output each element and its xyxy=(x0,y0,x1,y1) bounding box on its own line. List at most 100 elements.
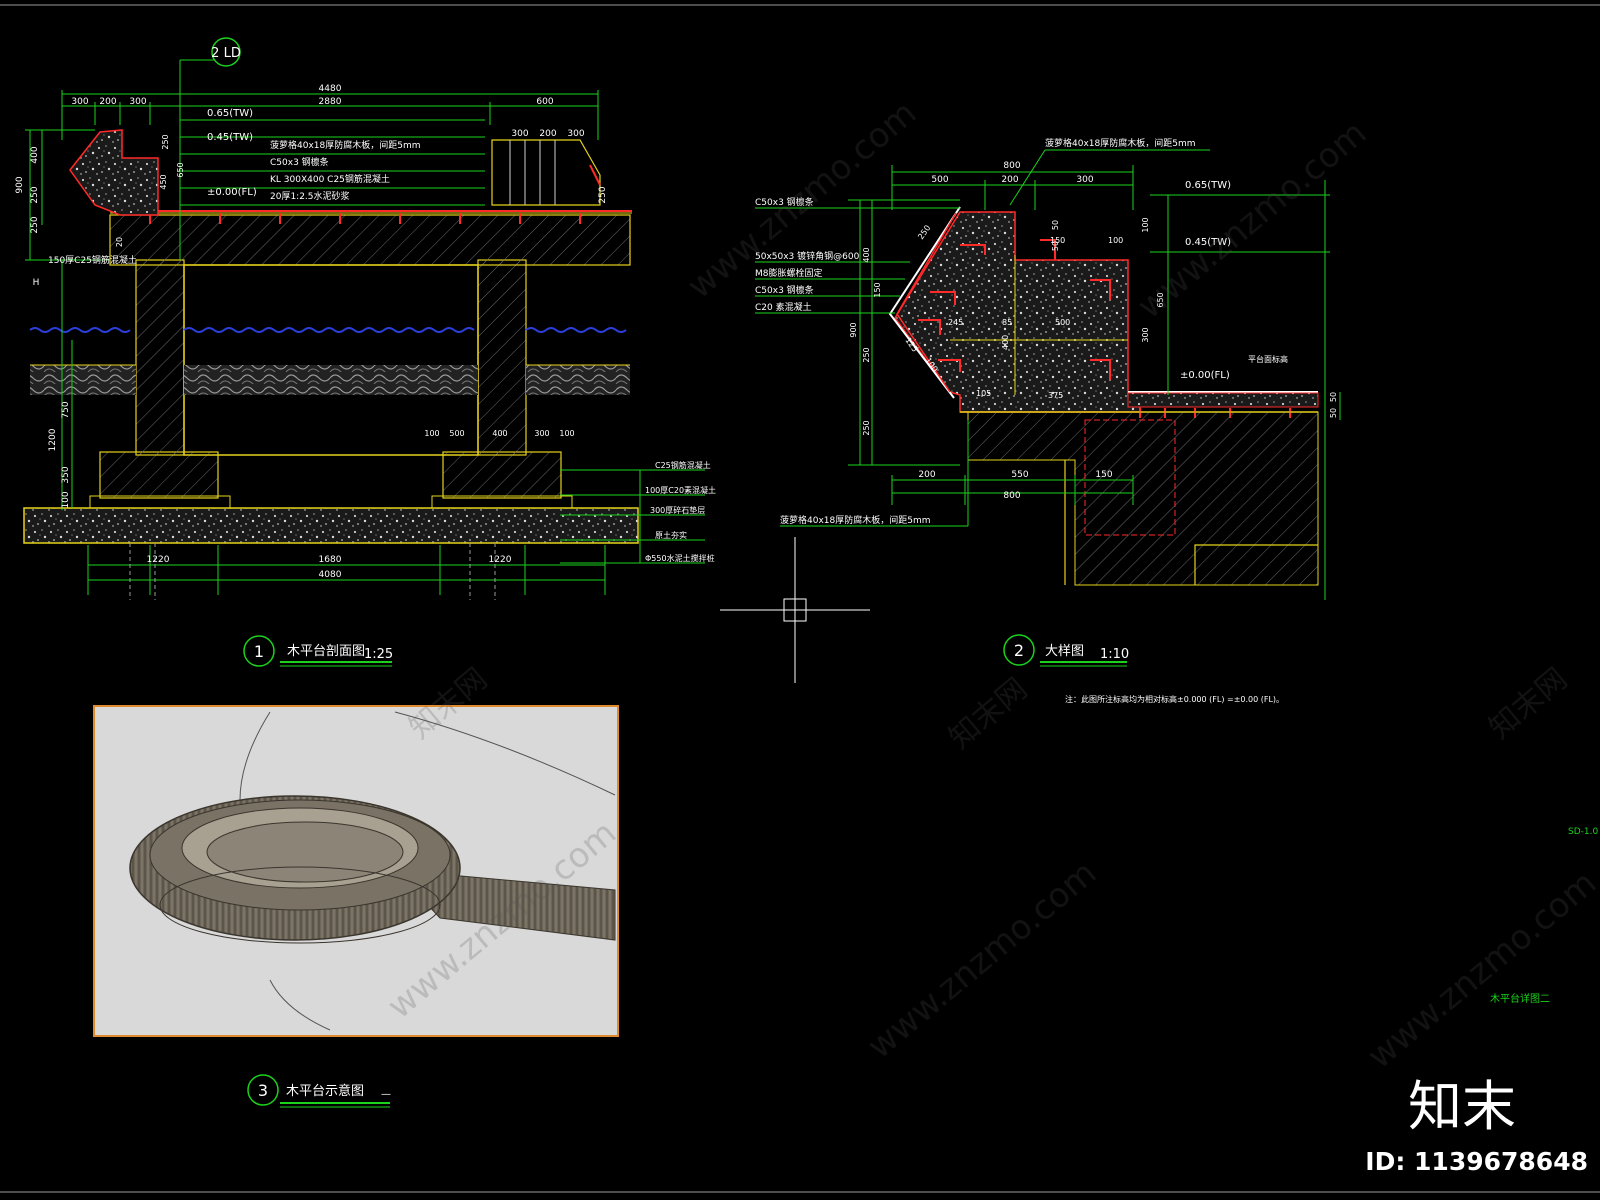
water-line-right xyxy=(525,327,627,333)
detail-note-4: C50x3 钢檩条 xyxy=(755,284,814,296)
detail-dim-left-1: 400 xyxy=(862,247,871,262)
detail-dim-right-5: 300 xyxy=(1141,327,1150,342)
water-line-middle xyxy=(183,327,475,333)
detail-top-note: 菠萝格40x18厚防腐木板，间距5mm xyxy=(1045,137,1196,149)
right-steps xyxy=(491,139,601,206)
footing-left xyxy=(99,451,219,499)
watermark-url-4: www.znzmo.com xyxy=(860,853,1104,1067)
dim-step-1: 300 xyxy=(511,129,528,139)
watermark-cn-3: 知末网 xyxy=(1483,661,1574,746)
column-right xyxy=(477,259,527,456)
section-1-number: 1 xyxy=(254,642,264,661)
dim-bottom-2: 1680 xyxy=(319,555,342,565)
section-3-scale: — xyxy=(381,1089,391,1100)
detail-dim-top-2: 200 xyxy=(1001,175,1018,185)
layer-note-4: 原土夯实 xyxy=(655,530,687,540)
water-line-left xyxy=(29,327,131,333)
cad-drawing-sheet: 2 LD 4480 300 200 300 2880 600 300 200 3… xyxy=(0,4,1600,1193)
dim-small-7: 400 xyxy=(492,429,507,438)
dim-left-8: 100 xyxy=(61,491,71,508)
detail-level-fl: ±0.00(FL) xyxy=(1180,370,1230,381)
gravel-layer-middle xyxy=(184,365,478,395)
detail-level-tw-top: 0.65(TW) xyxy=(1185,180,1231,191)
brand-id: ID: 1139678648 xyxy=(1365,1147,1588,1176)
foundation-slab xyxy=(23,507,639,544)
layer-note-1: C25钢筋混凝土 xyxy=(655,460,711,470)
dim-top-4: 2880 xyxy=(319,97,342,107)
detail-dim-left-2: 150 xyxy=(873,282,882,297)
sheet-code: SD-1.0 xyxy=(1568,827,1598,837)
detail-deck-layer xyxy=(1127,392,1319,408)
section-1-wood-platform-section: 2 LD 4480 300 200 300 2880 600 300 200 3… xyxy=(15,37,716,667)
detail-curb xyxy=(894,211,1141,413)
watermark-cn-2: 知末网 xyxy=(943,671,1034,756)
section-2-scale: 1:10 xyxy=(1100,647,1129,662)
detail-dim-inner-3: 85 xyxy=(1002,318,1012,327)
dim-left-7: 350 xyxy=(61,466,71,483)
dim-left-5: 1200 xyxy=(48,428,58,451)
section-2-title: 大样图 xyxy=(1045,644,1084,659)
detail-dim-left-4: 250 xyxy=(862,347,871,362)
section-2-number: 2 xyxy=(1014,641,1024,660)
detail-dim-right-1: 100 xyxy=(1141,217,1150,232)
dim-left-3: 250 xyxy=(30,216,40,233)
detail-dim-inner-4: 500 xyxy=(1055,318,1070,327)
detail-dim-left-3: 900 xyxy=(849,322,858,337)
detail-dim-top-total: 800 xyxy=(1003,161,1020,171)
dim-top-1: 300 xyxy=(71,97,88,107)
dim-step-2: 200 xyxy=(539,129,556,139)
detail-dim-inner-2: 245 xyxy=(948,318,963,327)
detail-dim-inner-5: 400 xyxy=(1001,335,1010,350)
detail-dim-top-1: 500 xyxy=(931,175,948,185)
dim-left-4: 900 xyxy=(15,176,25,193)
inner-frame xyxy=(183,264,479,456)
detail-dim-inner-7: 375 xyxy=(1048,391,1063,400)
detail-dim-inner-1: 250 xyxy=(916,223,932,241)
sheet-title: 木平台详图二 xyxy=(1490,992,1550,1005)
dim-small-8: 300 xyxy=(534,429,549,438)
detail-dim-inner-9: 100 xyxy=(1108,236,1123,245)
detail-dim-bottom-3: 150 xyxy=(1095,470,1112,480)
detail-dim-left-5: 250 xyxy=(862,420,871,435)
dim-left-2: 250 xyxy=(30,186,40,203)
note-mortar: 20厚1:2.5水泥砂浆 xyxy=(270,190,350,202)
bottom-dimension-lines xyxy=(87,545,606,595)
note-beam: KL 300X400 C25钢筋混凝土 xyxy=(270,173,390,185)
detail-dim-bottom-2: 550 xyxy=(1011,470,1028,480)
gravel-layer-left xyxy=(30,365,136,395)
detail-level-note: 平台面标高 xyxy=(1248,354,1288,364)
detail-dim-bottom-1: 200 xyxy=(918,470,935,480)
left-curb xyxy=(69,129,159,216)
detail-dim-right-7: 50 xyxy=(1329,408,1338,418)
dim-left-1: 400 xyxy=(30,146,40,163)
section-1-scale: 1:25 xyxy=(364,647,393,662)
dim-bottom-3: 1220 xyxy=(489,555,512,565)
detail-note-5: C20 素混凝土 xyxy=(755,301,812,313)
layer-note-2: 100厚C20素混凝土 xyxy=(645,485,716,495)
dim-top-5: 600 xyxy=(536,97,553,107)
detail-dim-right-6: 50 xyxy=(1329,392,1338,402)
watermark-url-5: www.znzmo.com xyxy=(1360,863,1600,1077)
detail-dim-inner-8: 150 xyxy=(1050,236,1065,245)
section-3-number: 3 xyxy=(258,1081,268,1100)
dim-small-3: 650 xyxy=(176,162,185,177)
dim-bottom-1: 1220 xyxy=(147,555,170,565)
section-3-title: 木平台示意图 xyxy=(286,1083,364,1099)
layer-note-5: Φ550水泥土搅拌桩 xyxy=(645,553,715,563)
layer-note-3: 300厚碎石垫层 xyxy=(650,505,705,515)
note-steel-purlin: C50x3 钢檩条 xyxy=(270,156,329,168)
detail-dim-bottom-total: 800 xyxy=(1003,491,1020,501)
section-2-footnote: 注：此图所注标高均为相对标高±0.000 (FL) =±0.00 (FL)。 xyxy=(1065,694,1284,704)
dim-step-3: 300 xyxy=(567,129,584,139)
column-left xyxy=(135,259,185,456)
footing-right xyxy=(442,451,562,499)
note-deck-boards: 菠萝格40x18厚防腐木板，间距5mm xyxy=(270,139,421,151)
note-side-slab: 150厚C25钢筋混凝土 xyxy=(48,254,137,266)
level-fl: ±0.00(FL) xyxy=(207,187,257,198)
top-slab xyxy=(109,214,631,266)
section-1-title: 木平台剖面图 xyxy=(287,644,365,659)
dim-small-1: 20 xyxy=(115,237,124,247)
dim-small-5: 100 xyxy=(424,429,439,438)
dim-small-2: 250 xyxy=(161,134,170,149)
brand-logo: 知末 xyxy=(1408,1075,1516,1138)
